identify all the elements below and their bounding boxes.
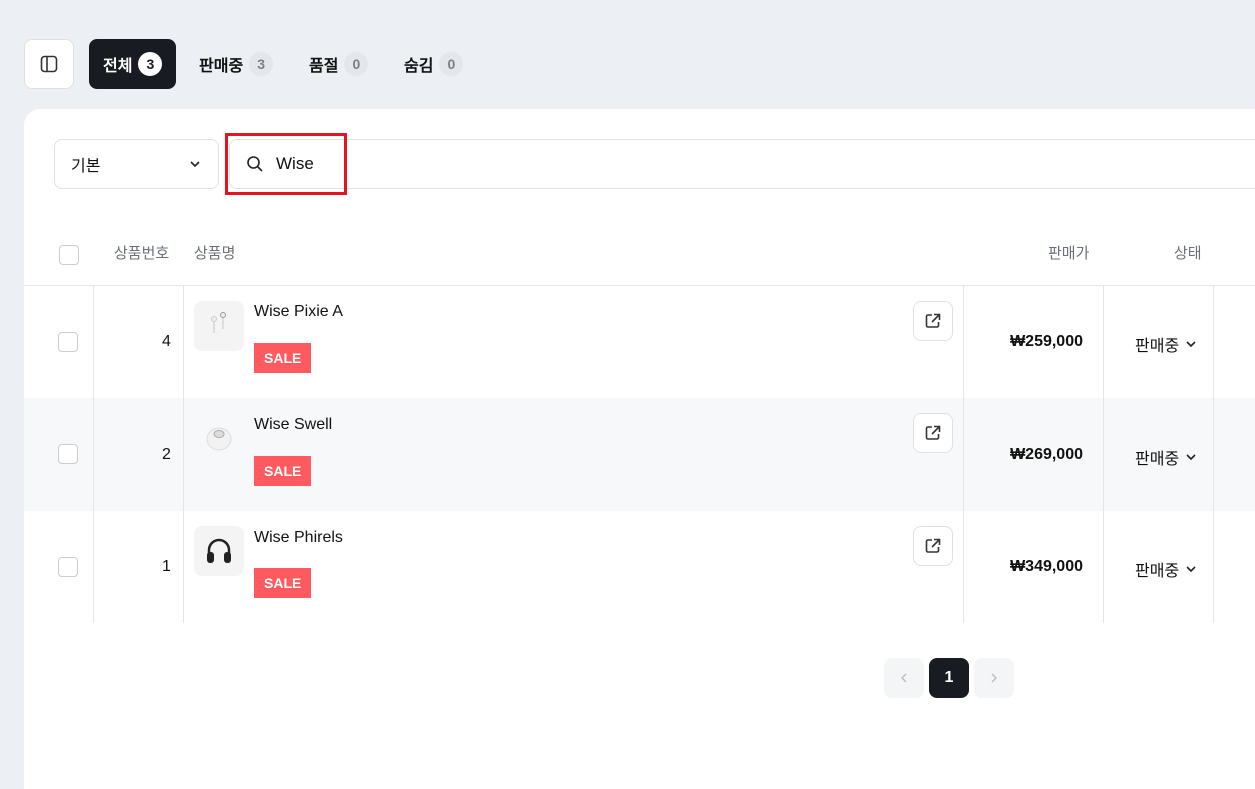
product-name[interactable]: Wise Pixie A — [254, 303, 343, 321]
product-thumbnail — [194, 301, 244, 351]
chevron-down-icon — [1186, 566, 1196, 573]
status-value: 판매중 — [1135, 563, 1180, 580]
next-page-button[interactable] — [974, 658, 1014, 698]
select-all-checkbox[interactable] — [59, 245, 79, 265]
tab-hidden[interactable]: 숨김 0 — [390, 39, 477, 89]
status-dropdown[interactable]: 판매중 — [1135, 557, 1197, 581]
header-price: 판매가 — [1048, 245, 1090, 262]
chevron-down-icon — [1186, 341, 1196, 348]
product-price: ₩349,000 — [1010, 558, 1083, 575]
tab-label: 판매중 — [199, 58, 244, 75]
external-link-icon — [925, 425, 941, 440]
tab-count: 0 — [439, 52, 464, 76]
header-name: 상품명 — [194, 245, 236, 262]
status-dropdown[interactable]: 판매중 — [1135, 332, 1197, 356]
status-dropdown[interactable]: 판매중 — [1135, 445, 1197, 469]
product-id: 1 — [162, 558, 171, 575]
speaker-image — [206, 427, 232, 451]
tab-label: 숨김 — [404, 58, 434, 75]
open-link-button[interactable] — [913, 301, 953, 341]
tab-count: 3 — [138, 52, 163, 76]
product-name[interactable]: Wise Swell — [254, 416, 332, 434]
external-link-icon — [925, 313, 941, 328]
product-price: ₩269,000 — [1010, 446, 1083, 463]
search-input[interactable]: Wise — [229, 139, 1255, 189]
status-value: 판매중 — [1135, 451, 1180, 468]
chevron-left-icon — [901, 673, 907, 683]
product-id: 2 — [162, 446, 171, 463]
chevron-right-icon — [991, 673, 997, 683]
sale-badge: SALE — [254, 568, 312, 598]
column-divider — [1103, 286, 1104, 623]
open-link-button[interactable] — [913, 526, 953, 566]
header-id: 상품번호 — [114, 245, 170, 262]
open-link-button[interactable] — [913, 413, 953, 453]
headphones-image — [207, 538, 231, 563]
status-value: 판매중 — [1135, 338, 1180, 355]
tab-on-sale[interactable]: 판매중 3 — [185, 39, 287, 89]
header-divider — [24, 285, 1255, 286]
header-status: 상태 — [1174, 245, 1202, 262]
tab-count: 0 — [344, 52, 369, 76]
tab-count: 3 — [249, 52, 274, 76]
filter-select-value: 기본 — [71, 158, 101, 175]
sale-badge: SALE — [254, 456, 312, 486]
row-checkbox[interactable] — [58, 332, 78, 352]
product-thumbnail — [194, 413, 244, 463]
filter-select[interactable]: 기본 — [54, 139, 219, 189]
column-divider — [1213, 286, 1214, 623]
column-divider — [93, 286, 94, 623]
prev-page-button[interactable] — [884, 658, 924, 698]
toggle-sidebar-button[interactable] — [24, 39, 74, 89]
sale-badge: SALE — [254, 343, 312, 373]
page-button-current[interactable]: 1 — [929, 658, 969, 698]
row-checkbox[interactable] — [58, 444, 78, 464]
tab-sold-out[interactable]: 품절 0 — [295, 39, 382, 89]
chevron-down-icon — [190, 161, 200, 168]
earbuds-image — [211, 312, 226, 333]
tab-label: 전체 — [103, 58, 133, 75]
product-thumbnail — [194, 526, 244, 576]
search-highlight — [225, 133, 347, 195]
row-checkbox[interactable] — [58, 557, 78, 577]
sidebar-icon — [40, 55, 58, 73]
external-link-icon — [925, 538, 941, 553]
product-id: 4 — [162, 333, 171, 350]
tab-all[interactable]: 전체 3 — [89, 39, 177, 89]
product-price: ₩259,000 — [1010, 333, 1083, 350]
column-divider — [183, 286, 184, 623]
chevron-down-icon — [1186, 454, 1196, 461]
product-name[interactable]: Wise Phirels — [254, 529, 343, 547]
tab-label: 품절 — [309, 58, 339, 75]
